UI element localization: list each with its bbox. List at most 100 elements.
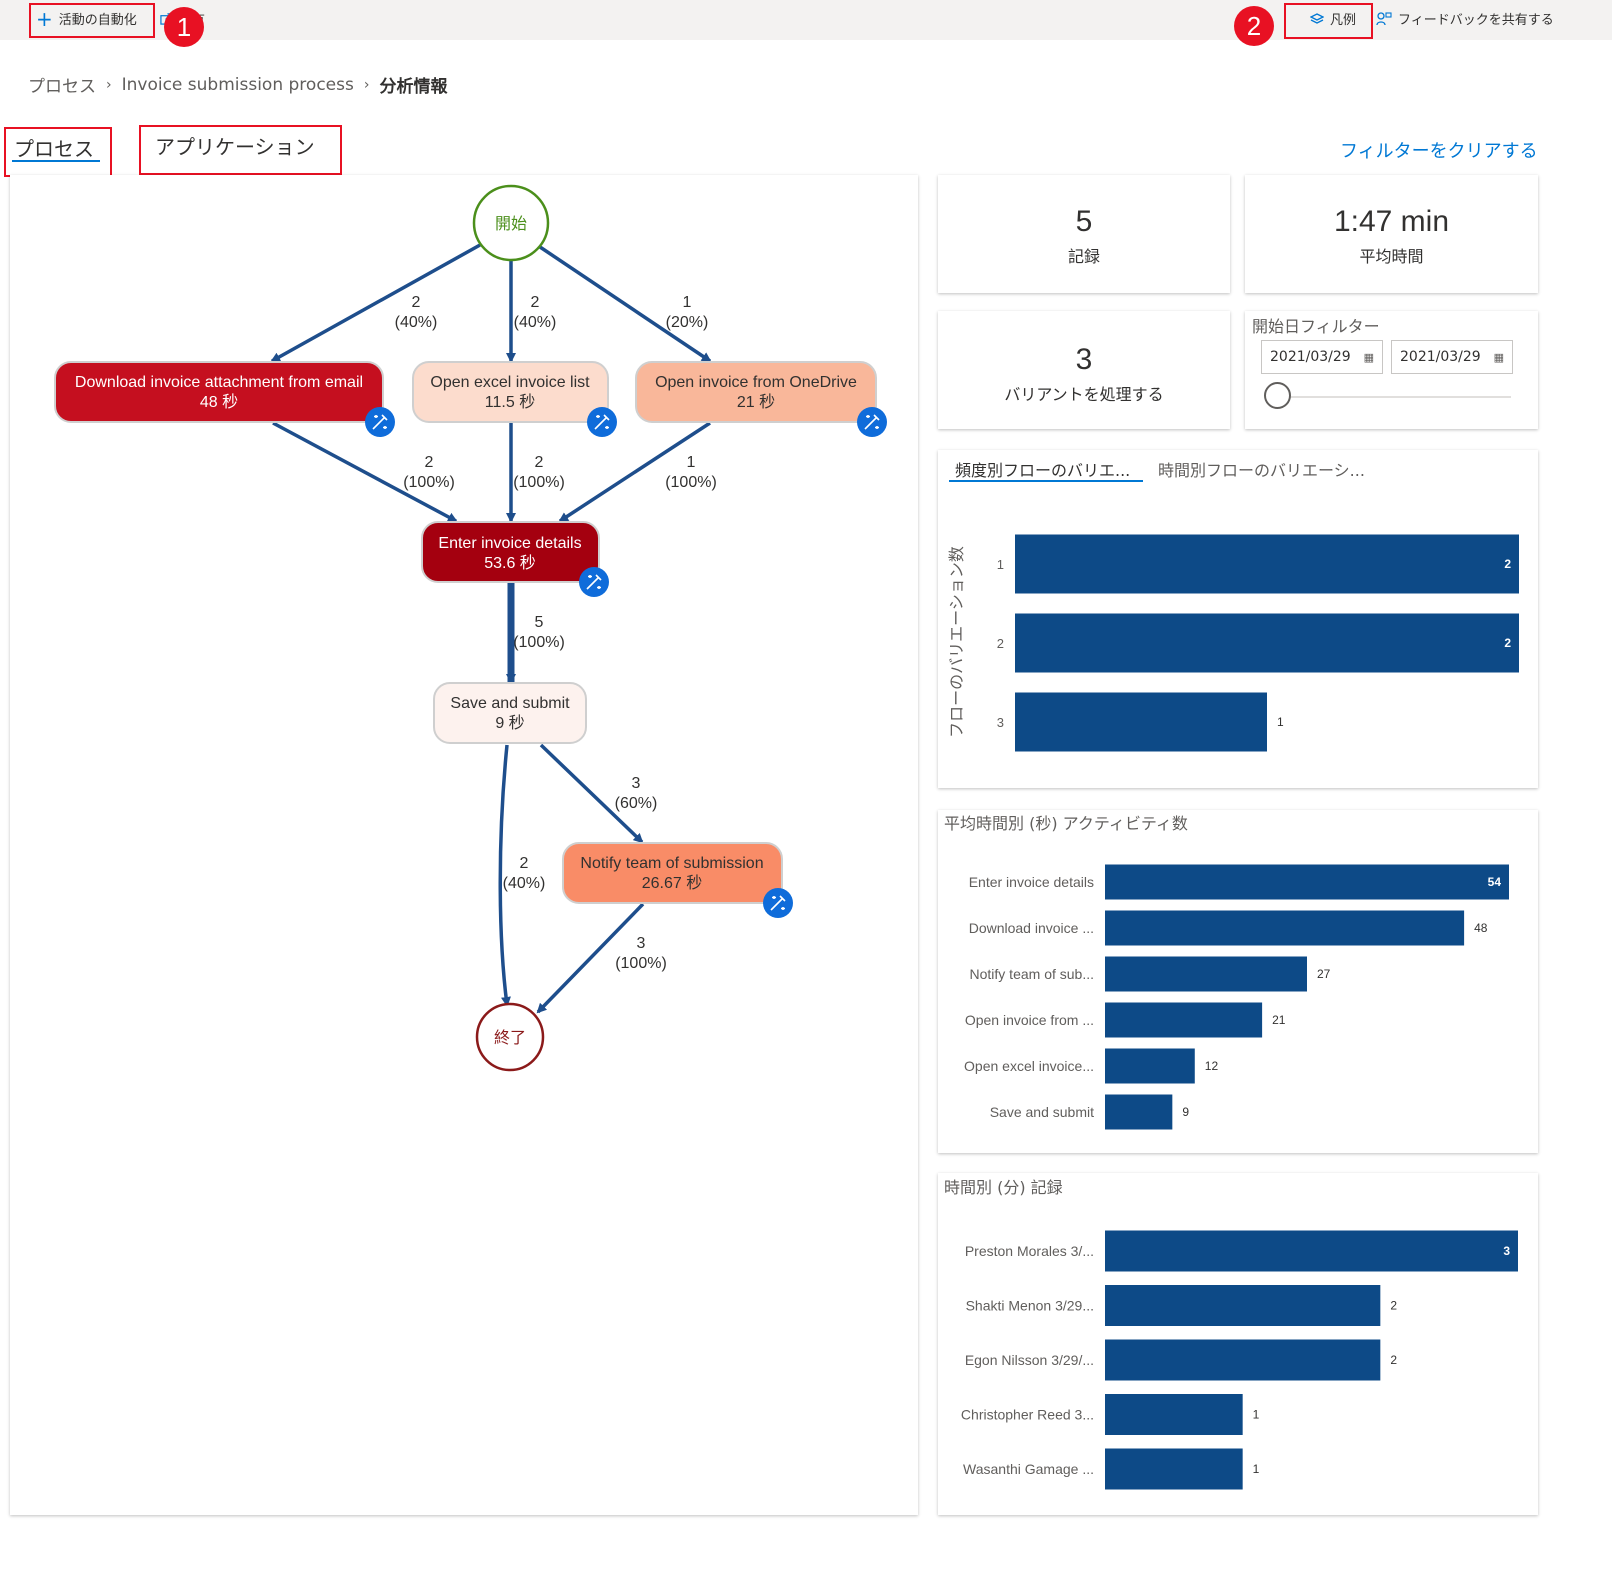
edge-label-pct: (100%) bbox=[513, 634, 565, 651]
category-label: 1 bbox=[997, 557, 1004, 572]
edge-label-count: 3 bbox=[637, 935, 646, 952]
kpi-average-time-value: 1:47 min bbox=[1333, 205, 1450, 238]
calendar-icon: ▦ bbox=[1363, 350, 1374, 364]
edge-label-pct: (40%) bbox=[514, 314, 557, 331]
end-date-input[interactable]: 2021/03/29 ▦ bbox=[1391, 340, 1513, 374]
bar[interactable] bbox=[1015, 613, 1519, 673]
category-label: Download invoice ... bbox=[969, 920, 1094, 936]
callout-badge-1: 1 bbox=[164, 7, 204, 47]
bar[interactable] bbox=[1105, 956, 1307, 992]
bar[interactable] bbox=[1105, 1094, 1173, 1130]
node-download-invoice[interactable]: Download invoice attachment from email 4… bbox=[54, 361, 384, 423]
edge-label-pct: (100%) bbox=[615, 955, 667, 972]
kpi-variants-card: 3 バリアントを処理する bbox=[938, 311, 1230, 429]
node-open-onedrive[interactable]: Open invoice from OneDrive 21 秒 bbox=[635, 361, 877, 423]
category-label: 3 bbox=[997, 715, 1004, 730]
value-label: 2 bbox=[1504, 557, 1511, 571]
node-name: Open excel invoice list bbox=[430, 374, 590, 391]
bar[interactable] bbox=[1105, 1339, 1381, 1381]
edge-save-notify bbox=[539, 743, 644, 844]
category-label: Open invoice from ... bbox=[965, 1012, 1094, 1028]
node-open-excel[interactable]: Open excel invoice list 11.5 秒 bbox=[412, 361, 609, 423]
date-slider-track bbox=[1275, 396, 1511, 398]
edge-label-count: 5 bbox=[535, 614, 544, 631]
category-label: Wasanthi Gamage ... bbox=[963, 1461, 1094, 1477]
kpi-records-label: 記録 bbox=[1067, 247, 1100, 266]
edge-label-count: 2 bbox=[535, 454, 544, 471]
end-date-value: 2021/03/29 bbox=[1400, 349, 1481, 365]
edge-label-pct: (40%) bbox=[503, 875, 546, 892]
value-label: 1 bbox=[1277, 715, 1284, 729]
category-label: Open excel invoice... bbox=[964, 1058, 1094, 1074]
node-enter-invoice[interactable]: Enter invoice details 53.6 秒 bbox=[421, 521, 600, 583]
date-filter-card: 開始日フィルター 2021/03/29 ▦ 2021/03/29 ▦ bbox=[1245, 311, 1538, 429]
edge-label-pct: (20%) bbox=[666, 314, 709, 331]
variants-bar-chart: フローのバリエーション数 1 2 2 2 3 1 bbox=[948, 534, 1519, 752]
kpi-variants-label: バリアントを処理する bbox=[1004, 385, 1164, 404]
category-label: Shakti Menon 3/29... bbox=[966, 1298, 1094, 1314]
kpi-records-card: 5 記録 bbox=[938, 175, 1230, 293]
date-slider-handle[interactable] bbox=[1264, 382, 1291, 409]
feedback-icon bbox=[1376, 11, 1392, 25]
start-date-value: 2021/03/29 bbox=[1270, 349, 1351, 365]
edge-label-count: 2 bbox=[425, 454, 434, 471]
bar[interactable] bbox=[1105, 1230, 1518, 1272]
callout-box-4 bbox=[139, 125, 342, 175]
process-map[interactable]: 2 (40%) 2 (40%) 1 (20%) 2 (100%) 2 (100%… bbox=[10, 175, 918, 1515]
edge-label-pct: (100%) bbox=[513, 474, 565, 491]
end-node[interactable]: 終了 bbox=[475, 1002, 545, 1072]
edge-download-enter bbox=[272, 421, 458, 523]
category-label: Egon Nilsson 3/29/... bbox=[965, 1352, 1094, 1368]
breadcrumb-process[interactable]: プロセス bbox=[28, 72, 96, 97]
category-label: Preston Morales 3/... bbox=[965, 1243, 1094, 1259]
category-label: Enter invoice details bbox=[969, 874, 1094, 890]
node-time: 53.6 秒 bbox=[484, 554, 536, 572]
node-save-submit[interactable]: Save and submit 9 秒 bbox=[433, 682, 587, 744]
value-label: 48 bbox=[1474, 921, 1488, 935]
node-time: 48 秒 bbox=[200, 393, 238, 411]
kpi-records-value: 5 bbox=[1075, 205, 1093, 238]
callout-badge-2: 2 bbox=[1234, 6, 1274, 46]
bar[interactable] bbox=[1105, 864, 1509, 900]
start-date-input[interactable]: 2021/03/29 ▦ bbox=[1261, 340, 1383, 374]
edge-label-count: 1 bbox=[687, 454, 696, 471]
node-time: 26.67 秒 bbox=[642, 874, 703, 892]
value-label: 27 bbox=[1317, 967, 1331, 981]
variants-chart-card: 頻度別フローのバリエ... 時間別フローのバリエーシ... フローのバリエーショ… bbox=[938, 450, 1538, 788]
date-filter-title: 開始日フィルター bbox=[1252, 317, 1380, 336]
value-label: 2 bbox=[1390, 1353, 1397, 1367]
bar[interactable] bbox=[1105, 1048, 1195, 1084]
bar[interactable] bbox=[1105, 1394, 1243, 1435]
bar[interactable] bbox=[1105, 1448, 1243, 1490]
value-label: 54 bbox=[1488, 875, 1502, 889]
breadcrumb: プロセス › Invoice submission process › 分析情報 bbox=[28, 72, 448, 98]
category-label: Christopher Reed 3... bbox=[961, 1407, 1094, 1423]
bar[interactable] bbox=[1105, 1285, 1381, 1326]
edge-label-pct: (100%) bbox=[403, 474, 455, 491]
breadcrumb-invoice-process[interactable]: Invoice submission process bbox=[122, 75, 354, 95]
edge-label-count: 2 bbox=[531, 294, 540, 311]
category-label: Notify team of sub... bbox=[970, 966, 1095, 982]
callout-box-2 bbox=[1284, 3, 1373, 39]
node-name: Open invoice from OneDrive bbox=[655, 374, 857, 391]
start-node[interactable]: 開始 bbox=[472, 184, 550, 262]
breadcrumb-insights: 分析情報 bbox=[379, 77, 448, 97]
clear-filter-link[interactable]: フィルターをクリアする bbox=[1340, 137, 1538, 163]
callout-box-3 bbox=[4, 127, 112, 177]
bar[interactable] bbox=[1015, 534, 1519, 594]
node-notify-team[interactable]: Notify team of submission 26.67 秒 bbox=[562, 842, 783, 904]
edge-label-pct: (100%) bbox=[665, 474, 717, 491]
share-feedback-button[interactable]: フィードバックを共有する bbox=[1376, 9, 1554, 28]
node-name: Download invoice attachment from email bbox=[75, 374, 363, 391]
bar[interactable] bbox=[1105, 1002, 1263, 1038]
edge-label-count: 2 bbox=[412, 294, 421, 311]
edge-label-pct: (40%) bbox=[395, 314, 438, 331]
bar[interactable] bbox=[1105, 910, 1465, 946]
category-label: 2 bbox=[997, 636, 1004, 651]
variants-y-axis-label: フローのバリエーション数 bbox=[948, 546, 966, 738]
records-bar-chart: Preston Morales 3/... 3 Shakti Menon 3/29.… bbox=[961, 1230, 1518, 1490]
value-label: 21 bbox=[1272, 1013, 1286, 1027]
bar[interactable] bbox=[1015, 692, 1267, 752]
kpi-average-time-card: 1:47 min 平均時間 bbox=[1245, 175, 1538, 293]
node-name: Notify team of submission bbox=[580, 855, 763, 872]
